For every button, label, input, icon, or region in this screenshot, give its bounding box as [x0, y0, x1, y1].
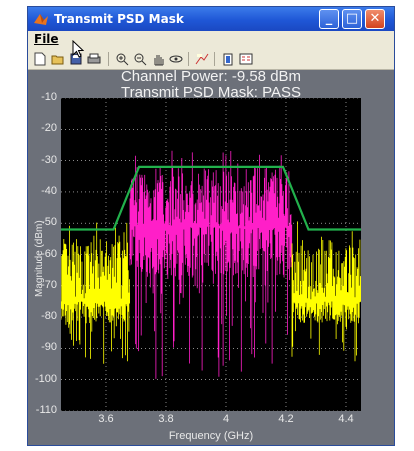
y-tick-label: -20 — [41, 122, 57, 135]
mouse-cursor-icon — [72, 40, 84, 58]
y-tick-label: -60 — [41, 247, 57, 260]
y-tick-label: -100 — [34, 372, 57, 385]
spectrum-series-1 — [129, 150, 293, 379]
minimize-icon: _ — [325, 11, 333, 26]
toolbar-separator — [214, 52, 215, 66]
minimize-button[interactable]: _ — [319, 9, 339, 29]
open-icon[interactable] — [50, 51, 66, 67]
psd-chart — [61, 98, 361, 411]
toolbar-separator — [188, 52, 189, 66]
pan-icon[interactable] — [150, 51, 166, 67]
close-icon: ✕ — [369, 11, 381, 26]
channel-power-text: Channel Power: -9.58 dBm — [120, 68, 302, 85]
y-tick-label: -30 — [41, 153, 57, 166]
x-axis-label: Frequency (GHz) — [168, 430, 254, 442]
rotate-icon[interactable] — [168, 51, 184, 67]
new-file-icon[interactable] — [32, 51, 48, 67]
y-tick-label: -40 — [41, 184, 57, 197]
zoom-in-icon[interactable] — [114, 51, 130, 67]
maximize-icon: □ — [345, 11, 359, 26]
legend-icon[interactable] — [238, 51, 254, 67]
colorbar-icon[interactable] — [220, 51, 236, 67]
y-tick-label: -110 — [35, 404, 57, 416]
x-tick-label: 3.6 — [98, 413, 114, 425]
x-tick-label: 4 — [222, 413, 230, 425]
y-tick-label: -90 — [41, 341, 57, 354]
x-tick-label: 4.4 — [338, 413, 354, 425]
window-title: Transmit PSD Mask — [54, 12, 184, 26]
toolbar-separator — [108, 52, 109, 66]
spectrum-series-0 — [61, 222, 130, 364]
data-cursor-icon[interactable] — [194, 51, 210, 67]
y-tick-label: -50 — [41, 216, 57, 229]
title-bar[interactable]: Transmit PSD Mask _ □ ✕ — [28, 7, 394, 31]
plot-area[interactable] — [61, 98, 361, 411]
zoom-out-icon[interactable] — [132, 51, 148, 67]
x-tick-label: 3.8 — [158, 413, 174, 425]
figure-window: Transmit PSD Mask _ □ ✕ File Channel Pow… — [27, 6, 395, 446]
y-tick-label: -70 — [41, 278, 57, 291]
menu-file[interactable]: File — [34, 32, 59, 46]
close-button[interactable]: ✕ — [365, 9, 385, 29]
matlab-logo-icon — [34, 14, 48, 25]
x-tick-label: 4.2 — [278, 413, 294, 425]
y-tick-label: -80 — [41, 310, 57, 323]
maximize-button[interactable]: □ — [342, 9, 362, 29]
print-icon[interactable] — [86, 51, 102, 67]
spectrum-series-2 — [291, 221, 361, 362]
y-tick-label: -10 — [41, 91, 57, 103]
